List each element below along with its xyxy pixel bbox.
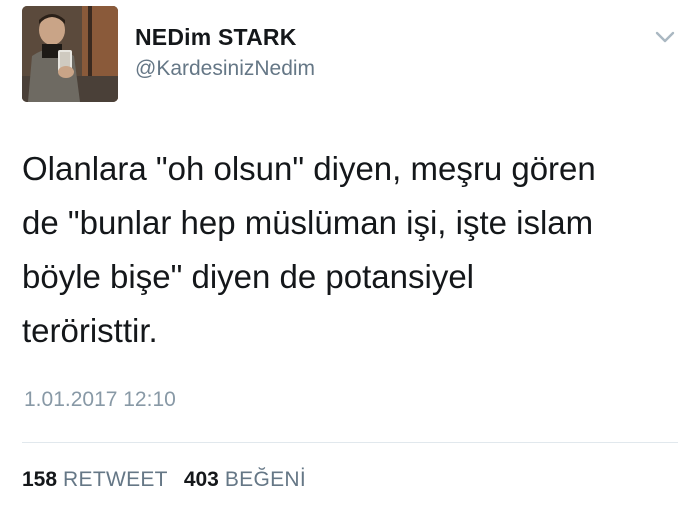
avatar-photo <box>22 6 118 102</box>
user-handle[interactable]: @KardesinizNedim <box>135 57 315 81</box>
likes-label: BEĞENİ <box>224 468 307 491</box>
divider <box>22 442 678 443</box>
likes-stat[interactable]: 403 BEĞENİ <box>184 468 306 492</box>
tweet-card: NEDim STARK @KardesinizNedim Olanlara "o… <box>0 0 700 521</box>
retweets-label: RETWEET <box>63 468 168 491</box>
tweet-stats: 158 RETWEET 403 BEĞENİ <box>22 468 306 492</box>
tweet-text: Olanlara "oh olsun" diyen, meşru gören d… <box>22 150 596 349</box>
retweets-stat[interactable]: 158 RETWEET <box>22 468 168 492</box>
avatar[interactable] <box>22 6 118 102</box>
tweet-timestamp[interactable]: 1.01.2017 12:10 <box>24 388 176 412</box>
retweets-count: 158 <box>22 468 58 491</box>
display-name[interactable]: NEDim STARK <box>135 24 297 51</box>
likes-count: 403 <box>183 468 219 491</box>
chevron-down-icon[interactable] <box>652 28 678 46</box>
